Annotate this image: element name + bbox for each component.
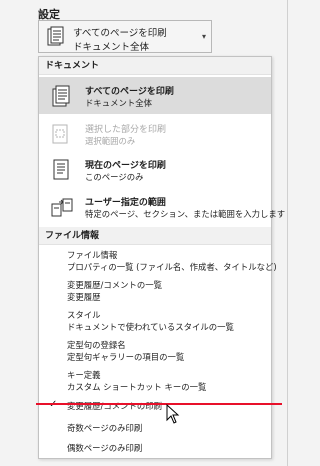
- current-page-icon: [50, 158, 72, 186]
- mouse-cursor-icon: [166, 403, 180, 428]
- menu-item-subtitle: ドキュメントで使われているスタイルの一覧: [67, 322, 234, 332]
- group-header-file-info: ファイル情報: [39, 227, 271, 245]
- menu-item-subtitle: 選択範囲のみ: [85, 136, 136, 146]
- dropdown-subvalue: ドキュメント全体: [73, 42, 150, 53]
- menu-item-subtitle: 特定のページ、セクション、または範囲を入力します: [85, 209, 286, 219]
- menu-item-subtitle: ドキュメント全体: [85, 98, 152, 108]
- menu-item-styles[interactable]: スタイル ドキュメントで使われているスタイルの一覧: [39, 307, 271, 335]
- highlight-underline: [36, 403, 282, 405]
- menu-item-custom-range[interactable]: ユーザー指定の範囲 特定のページ、セクション、または範囲を入力します: [39, 189, 285, 225]
- toggle-label: 奇数ページのみ印刷: [67, 423, 143, 433]
- menu-item-file-info[interactable]: ファイル情報 プロパティの一覧 (ファイル名、作成者、タイトルなど): [39, 247, 277, 275]
- menu-item-key-assignments[interactable]: キー定義 カスタム ショートカット キーの一覧: [39, 367, 271, 395]
- dropdown-value: すべてのページを印刷: [73, 28, 167, 39]
- print-range-dropdown[interactable]: すべてのページを印刷 ドキュメント全体 ▾: [38, 20, 212, 53]
- menu-item-print-current[interactable]: 現在のページを印刷 このページのみ: [39, 152, 271, 187]
- menu-item-title: 変更履歴/コメントの一覧: [67, 280, 162, 290]
- menu-item-title: ユーザー指定の範囲: [85, 198, 166, 208]
- menu-item-title: すべてのページを印刷: [85, 87, 174, 97]
- menu-item-subtitle: プロパティの一覧 (ファイル名、作成者、タイトルなど): [67, 262, 277, 272]
- menu-item-subtitle: カスタム ショートカット キーの一覧: [67, 382, 207, 392]
- toggle-label: 変更履歴/コメントの印刷: [67, 401, 162, 411]
- menu-item-subtitle: このページのみ: [85, 172, 144, 182]
- menu-item-title: 定型句の登録名: [67, 340, 126, 350]
- print-range-menu: ドキュメント すべてのページを印刷 ドキュメント全体 選択した部分を印刷 選択範…: [38, 56, 285, 459]
- custom-range-icon: [50, 196, 74, 224]
- menu-item-title: ファイル情報: [67, 250, 118, 260]
- divider: [287, 0, 288, 466]
- menu-item-autotext[interactable]: 定型句の登録名 定型句ギャラリーの項目の一覧: [39, 337, 271, 365]
- menu-item-title: キー定義: [67, 370, 101, 380]
- document-pages-icon: [45, 26, 65, 52]
- selection-icon: [50, 123, 72, 151]
- menu-item-title: 現在のページを印刷: [85, 161, 166, 171]
- toggle-print-markup[interactable]: ✓ 変更履歴/コメントの印刷: [39, 397, 271, 415]
- chevron-down-icon: ▾: [201, 32, 206, 41]
- document-pages-icon: [50, 85, 72, 113]
- menu-item-title: スタイル: [67, 310, 101, 320]
- toggle-label: 偶数ページのみ印刷: [67, 443, 143, 453]
- toggle-odd-pages[interactable]: 奇数ページのみ印刷: [39, 419, 271, 437]
- group-header-document: ドキュメント: [39, 57, 271, 75]
- menu-item-print-selection: 選択した部分を印刷 選択範囲のみ: [39, 116, 271, 151]
- menu-item-markup-list[interactable]: 変更履歴/コメントの一覧 変更履歴: [39, 277, 271, 305]
- menu-item-subtitle: 変更履歴: [67, 292, 101, 302]
- menu-item-subtitle: 定型句ギャラリーの項目の一覧: [67, 352, 185, 362]
- menu-item-print-all[interactable]: すべてのページを印刷 ドキュメント全体: [39, 77, 271, 114]
- toggle-even-pages[interactable]: 偶数ページのみ印刷: [39, 439, 271, 457]
- menu-item-title: 選択した部分を印刷: [85, 125, 167, 135]
